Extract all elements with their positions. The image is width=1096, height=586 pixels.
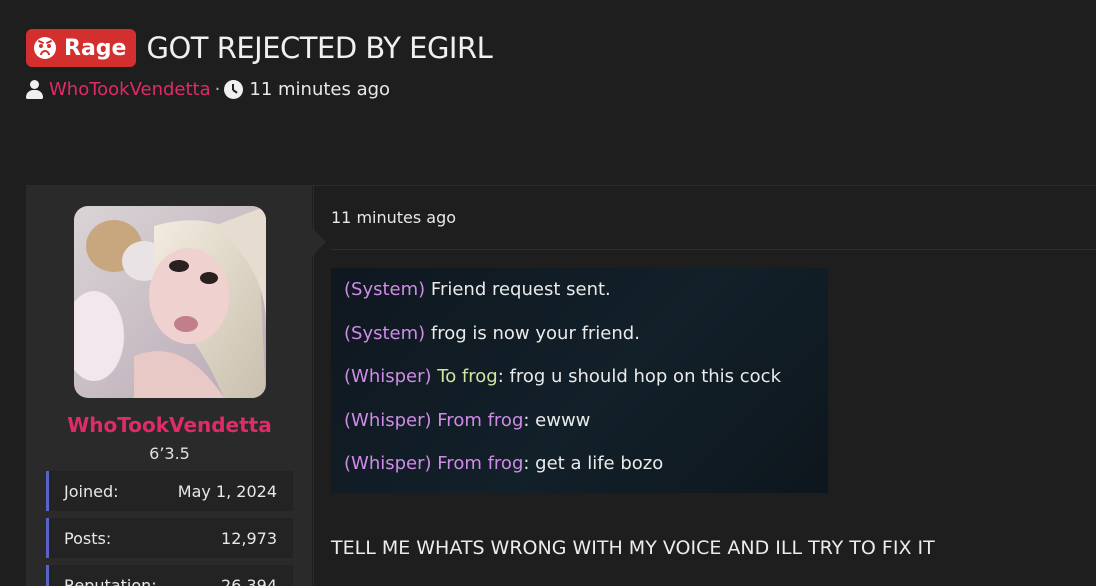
- thread-author-link[interactable]: WhoTookVendetta: [49, 79, 211, 100]
- chat-screenshot[interactable]: (System) Friend request sent. (System) f…: [331, 268, 828, 493]
- stat-value: 26,394: [221, 575, 277, 586]
- chat-sender: From frog: [437, 453, 524, 474]
- thread-time[interactable]: 11 minutes ago: [249, 79, 390, 100]
- avatar-image: [74, 206, 266, 398]
- chat-message: : ewww: [523, 409, 591, 431]
- post-username[interactable]: WhoTookVendetta: [27, 413, 312, 437]
- prefix-label: Rage: [64, 35, 127, 61]
- title-row: Rage GOT REJECTED BY EGIRL: [26, 28, 1096, 68]
- chat-tag: (Whisper): [344, 366, 432, 387]
- user-title: 6’3.5: [149, 444, 190, 463]
- chat-recipient: To frog: [437, 366, 498, 387]
- chat-tag: (System): [344, 279, 426, 300]
- stat-label: Reputation:: [64, 575, 157, 586]
- stat-reputation: Reputation: 26,394: [46, 565, 293, 586]
- chat-message: Friend request sent.: [430, 279, 611, 300]
- user-icon: [26, 79, 43, 100]
- chat-message: frog is now your friend.: [430, 322, 640, 344]
- stat-posts: Posts: 12,973: [46, 518, 293, 558]
- stat-label: Posts:: [64, 528, 112, 548]
- thread-header: Rage GOT REJECTED BY EGIRL WhoTookVendet…: [26, 28, 1096, 100]
- thread-title: GOT REJECTED BY EGIRL: [146, 31, 493, 65]
- prefix-badge[interactable]: Rage: [26, 29, 137, 67]
- post-time[interactable]: 11 minutes ago: [331, 208, 456, 227]
- divider: [331, 249, 1096, 250]
- chat-tag: (Whisper): [344, 453, 432, 474]
- stat-value: May 1, 2024: [177, 481, 277, 501]
- post: WhoTookVendetta 6’3.5 Joined: May 1, 202…: [26, 185, 1096, 586]
- chat-line: (System) frog is now your friend.: [331, 319, 828, 363]
- avatar[interactable]: [74, 206, 266, 398]
- post-user-panel: WhoTookVendetta 6’3.5 Joined: May 1, 202…: [27, 186, 312, 586]
- post-body: TELL ME WHATS WRONG WITH MY VOICE AND IL…: [331, 537, 935, 559]
- chat-sender: From frog: [437, 409, 524, 431]
- angry-face-icon: [34, 37, 56, 59]
- chat-line: (Whisper) To frog: frog u should hop on …: [331, 362, 828, 406]
- clock-icon: [224, 80, 244, 99]
- chat-line: (Whisper) From frog: ewww: [331, 406, 828, 450]
- chat-message: : get a life bozo: [523, 453, 664, 474]
- chat-line: (System) Friend request sent.: [331, 275, 828, 319]
- post-main: 11 minutes ago (System) Friend request s…: [313, 186, 1096, 586]
- chat-tag: (System): [344, 322, 426, 344]
- chat-message: : frog u should hop on this cock: [497, 366, 781, 387]
- chat-tag: (Whisper): [344, 409, 432, 431]
- stat-label: Joined:: [64, 481, 119, 501]
- thread-page: Rage GOT REJECTED BY EGIRL WhoTookVendet…: [0, 0, 1096, 586]
- thread-meta: WhoTookVendetta · 11 minutes ago: [26, 79, 1096, 100]
- stat-value: 12,973: [221, 528, 277, 548]
- stat-joined: Joined: May 1, 2024: [46, 471, 293, 511]
- chat-line: (Whisper) From frog: get a life bozo: [331, 449, 828, 493]
- meta-separator: ·: [214, 79, 221, 100]
